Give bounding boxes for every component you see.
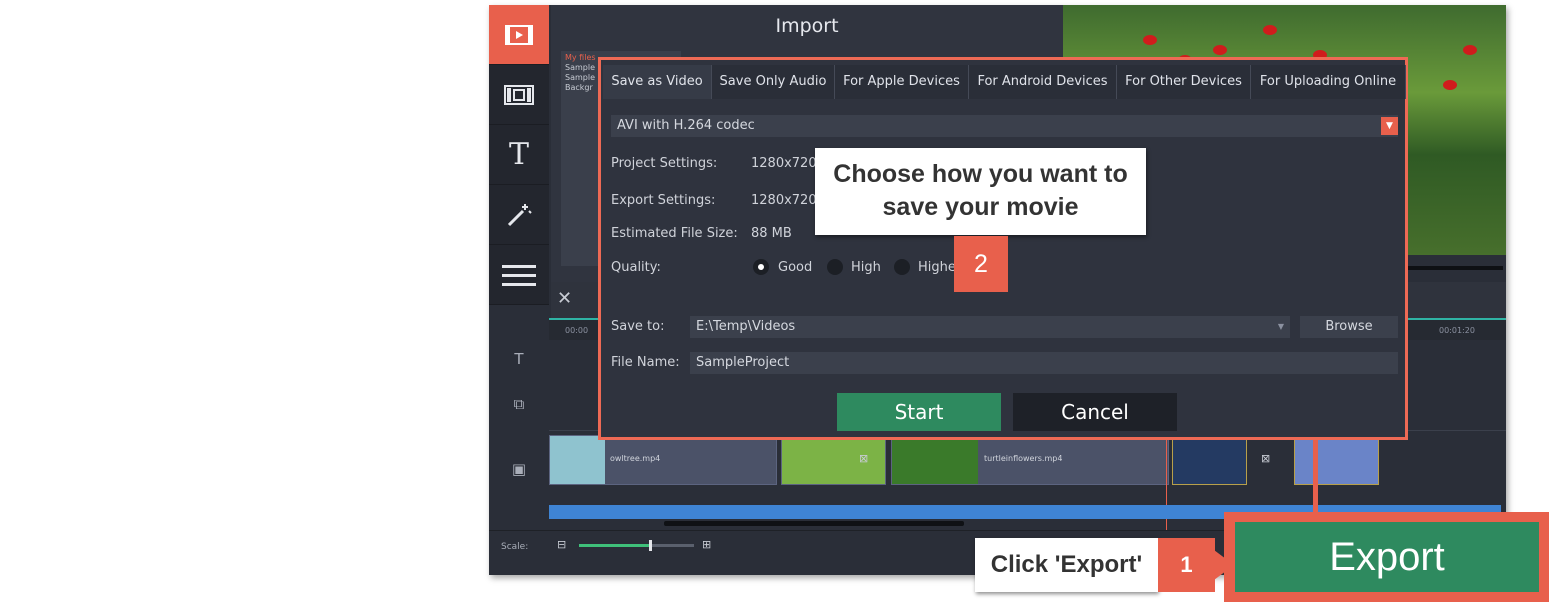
sidebar-import-button[interactable] [489, 5, 549, 65]
project-settings-label: Project Settings: [611, 156, 718, 171]
start-button[interactable]: Start [837, 393, 1001, 431]
chevron-down-icon[interactable]: ▼ [1278, 316, 1284, 338]
tab-save-only-audio[interactable]: Save Only Audio [712, 65, 835, 99]
quality-good-radio[interactable] [753, 259, 769, 275]
video-track-icon: ▣ [511, 460, 527, 478]
tab-android-devices[interactable]: For Android Devices [969, 65, 1117, 99]
quality-option-label: High [851, 260, 881, 275]
overlay-track-icon: ⧉ [513, 395, 525, 413]
clip-name: owltree.mp4 [610, 454, 661, 463]
timeline-clip[interactable]: owltree.mp4 [549, 435, 777, 485]
filters-icon [504, 84, 534, 105]
magic-wand-icon [507, 203, 532, 226]
clip-name: turtleinflowers.mp4 [984, 454, 1063, 463]
connector-line [1313, 440, 1318, 518]
import-title: Import [775, 15, 839, 37]
step1-callout: Click 'Export' [975, 538, 1158, 592]
step2-callout: Choose how you want to save your movie [815, 148, 1146, 235]
save-to-label: Save to: [611, 319, 665, 334]
timeline-scrollbar[interactable] [664, 521, 964, 526]
step2-badge: 2 [954, 236, 1008, 292]
quality-option-label: Good [778, 260, 813, 275]
titles-icon: T [508, 137, 529, 172]
save-to-value: E:\Temp\Videos [696, 319, 796, 334]
sidebar-filters-button[interactable] [489, 65, 549, 125]
title-track-icon: T [514, 350, 524, 368]
timeline-clip[interactable]: turtleinflowers.mp4 [891, 435, 1169, 485]
ruler-start-label: 00:00 [565, 326, 589, 335]
step1-badge: 1 [1158, 538, 1215, 592]
sidebar-transitions-button[interactable] [489, 185, 549, 245]
tab-save-as-video[interactable]: Save as Video [603, 65, 712, 99]
import-icon [505, 24, 533, 45]
file-name-label: File Name: [611, 355, 680, 370]
zoom-in-icon[interactable]: ⊞ [702, 538, 711, 551]
playback-progress[interactable] [1408, 266, 1503, 270]
file-name-input[interactable]: SampleProject [690, 352, 1398, 374]
sidebar-titles-button[interactable]: T [489, 125, 549, 185]
tab-apple-devices[interactable]: For Apple Devices [835, 65, 969, 99]
ruler-end-label: 00:01:20 [1439, 326, 1475, 335]
transition-icon[interactable]: ⊠ [859, 452, 868, 465]
quality-highest-radio[interactable] [894, 259, 910, 275]
tab-uploading-online[interactable]: For Uploading Online [1251, 65, 1406, 99]
timeline-clip[interactable] [781, 435, 886, 485]
transition-icon[interactable]: ⊠ [1261, 452, 1270, 465]
format-value: AVI with H.264 codec [617, 118, 755, 133]
format-select[interactable]: AVI with H.264 codec ▼ [611, 115, 1398, 137]
export-settings-value: 1280x720 [751, 193, 817, 208]
quality-label: Quality: [611, 260, 661, 275]
menu-icon [502, 264, 536, 286]
chevron-down-icon[interactable]: ▼ [1381, 117, 1398, 135]
browse-button[interactable]: Browse [1300, 316, 1398, 338]
timeline-clip[interactable] [1294, 435, 1379, 485]
timeline-clip[interactable] [1172, 435, 1247, 485]
file-name-value: SampleProject [696, 355, 790, 370]
export-settings-label: Export Settings: [611, 193, 716, 208]
file-size-label: Estimated File Size: [611, 226, 738, 241]
zoom-out-icon[interactable]: ⊟ [557, 538, 566, 551]
sidebar-more-button[interactable] [489, 245, 549, 305]
step1-arrow [1214, 550, 1234, 580]
cancel-button[interactable]: Cancel [1013, 393, 1177, 431]
quality-option-label: Highe [918, 260, 956, 275]
scale-slider[interactable] [579, 540, 694, 551]
project-settings-value: 1280x720 [751, 156, 817, 171]
quality-high-radio[interactable] [827, 259, 843, 275]
export-button[interactable]: Export [1235, 522, 1539, 592]
cut-icon[interactable]: ✕ [557, 288, 572, 309]
tab-other-devices[interactable]: For Other Devices [1117, 65, 1251, 99]
save-to-field[interactable]: E:\Temp\Videos ▼ [690, 316, 1290, 338]
scale-label: Scale: [501, 542, 529, 552]
file-size-value: 88 MB [751, 226, 792, 241]
